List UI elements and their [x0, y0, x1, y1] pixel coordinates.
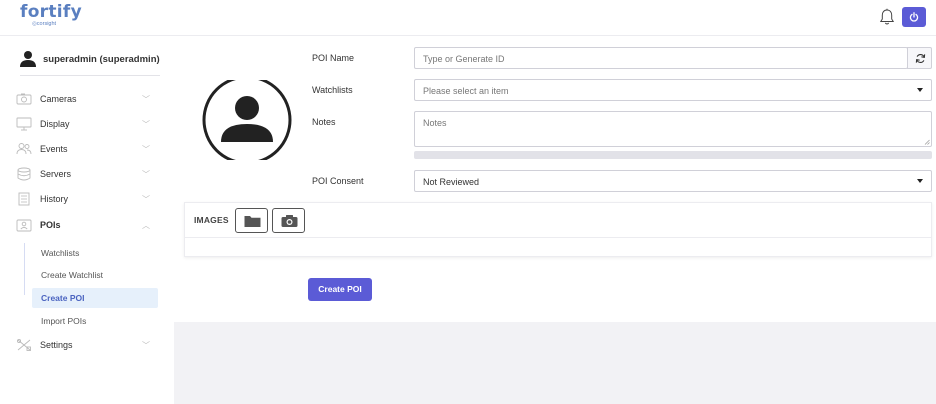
- caret-down-icon: [917, 179, 923, 183]
- id-card-icon: [16, 219, 32, 232]
- watchlists-select[interactable]: Please select an item: [414, 79, 932, 101]
- user-icon: [20, 51, 36, 67]
- folder-icon: [244, 216, 261, 227]
- sidebar-item-display[interactable]: Display ﹀: [16, 115, 156, 133]
- watchlists-label: Watchlists: [312, 85, 353, 95]
- sidebar-item-label: Settings: [40, 340, 73, 350]
- sidebar-item-settings[interactable]: Settings ﹀: [16, 336, 156, 354]
- power-button[interactable]: [902, 7, 926, 27]
- capture-photo-button[interactable]: [272, 208, 305, 233]
- chevron-down-icon: ﹀: [142, 145, 150, 154]
- sidebar-item-cameras[interactable]: Cameras ﹀: [16, 90, 156, 108]
- tools-icon: [16, 338, 31, 351]
- logo-text: fortify: [20, 2, 82, 22]
- submenu-item-label: Import POIs: [41, 316, 87, 326]
- sidebar-item-label: POIs: [40, 220, 61, 230]
- chevron-down-icon: ﹀: [142, 195, 150, 204]
- user-info[interactable]: superadmin (superadmin): [20, 50, 160, 76]
- top-bar: fortify ◎corsight: [0, 0, 936, 36]
- fortify-logo[interactable]: fortify ◎corsight: [20, 3, 82, 27]
- resize-handle-icon[interactable]: [924, 139, 930, 145]
- sidebar-item-events[interactable]: Events ﹀: [16, 140, 156, 158]
- user-name: superadmin (superadmin): [43, 54, 160, 65]
- generate-id-button[interactable]: [907, 47, 932, 69]
- sidebar-item-pois[interactable]: POIs ︿: [16, 216, 156, 234]
- submenu-item-create-poi[interactable]: Create POI: [32, 288, 158, 308]
- poi-name-input[interactable]: Type or Generate ID: [414, 47, 908, 69]
- avatar-placeholder-icon: [202, 80, 292, 160]
- sidebar-item-servers[interactable]: Servers ﹀: [16, 165, 156, 183]
- bell-icon[interactable]: [879, 8, 895, 26]
- images-title: IMAGES: [194, 215, 229, 225]
- chevron-down-icon: ﹀: [142, 95, 150, 104]
- poi-name-label: POI Name: [312, 53, 355, 63]
- submenu-item-label: Create POI: [41, 293, 85, 303]
- chevron-down-icon: ﹀: [142, 341, 150, 350]
- sidebar-item-history[interactable]: History ﹀: [16, 190, 156, 208]
- poi-consent-select[interactable]: Not Reviewed: [414, 170, 932, 192]
- notes-textarea[interactable]: Notes: [414, 111, 932, 147]
- submenu-item-label: Watchlists: [41, 248, 80, 258]
- submenu-item-create-watchlist[interactable]: Create Watchlist: [32, 265, 158, 285]
- create-poi-button[interactable]: Create POI: [308, 278, 372, 301]
- submenu-item-label: Create Watchlist: [41, 270, 104, 280]
- list-icon: [18, 192, 30, 206]
- images-panel: IMAGES: [184, 202, 932, 257]
- chevron-down-icon: ﹀: [142, 120, 150, 129]
- monitor-icon: [16, 117, 32, 131]
- power-icon: [909, 12, 919, 22]
- chevron-up-icon: ︿: [142, 221, 150, 230]
- poi-consent-label: POI Consent: [312, 176, 364, 186]
- refresh-icon: [915, 54, 926, 63]
- sidebar-item-label: Display: [40, 119, 70, 129]
- watchlists-placeholder: Please select an item: [423, 86, 509, 96]
- users-icon: [16, 143, 32, 155]
- poi-consent-value: Not Reviewed: [423, 177, 480, 187]
- camera-icon: [16, 93, 32, 105]
- sidebar-item-label: Cameras: [40, 94, 77, 104]
- database-icon: [17, 167, 31, 181]
- submenu-item-import-pois[interactable]: Import POIs: [32, 311, 158, 331]
- notes-label: Notes: [312, 117, 336, 127]
- panel-divider: [185, 237, 931, 238]
- camera-icon: [281, 215, 298, 227]
- upload-folder-button[interactable]: [235, 208, 268, 233]
- caret-down-icon: [917, 88, 923, 92]
- chevron-down-icon: ﹀: [142, 170, 150, 179]
- sidebar-item-label: History: [40, 194, 69, 204]
- submenu-item-watchlists[interactable]: Watchlists: [32, 243, 158, 263]
- poi-name-placeholder: Type or Generate ID: [423, 54, 505, 64]
- notes-placeholder: Notes: [423, 118, 447, 128]
- sidebar-item-label: Events: [40, 144, 68, 154]
- notes-bar: [414, 151, 932, 159]
- sidebar-item-label: Servers: [40, 169, 72, 179]
- submenu-line: [24, 243, 25, 295]
